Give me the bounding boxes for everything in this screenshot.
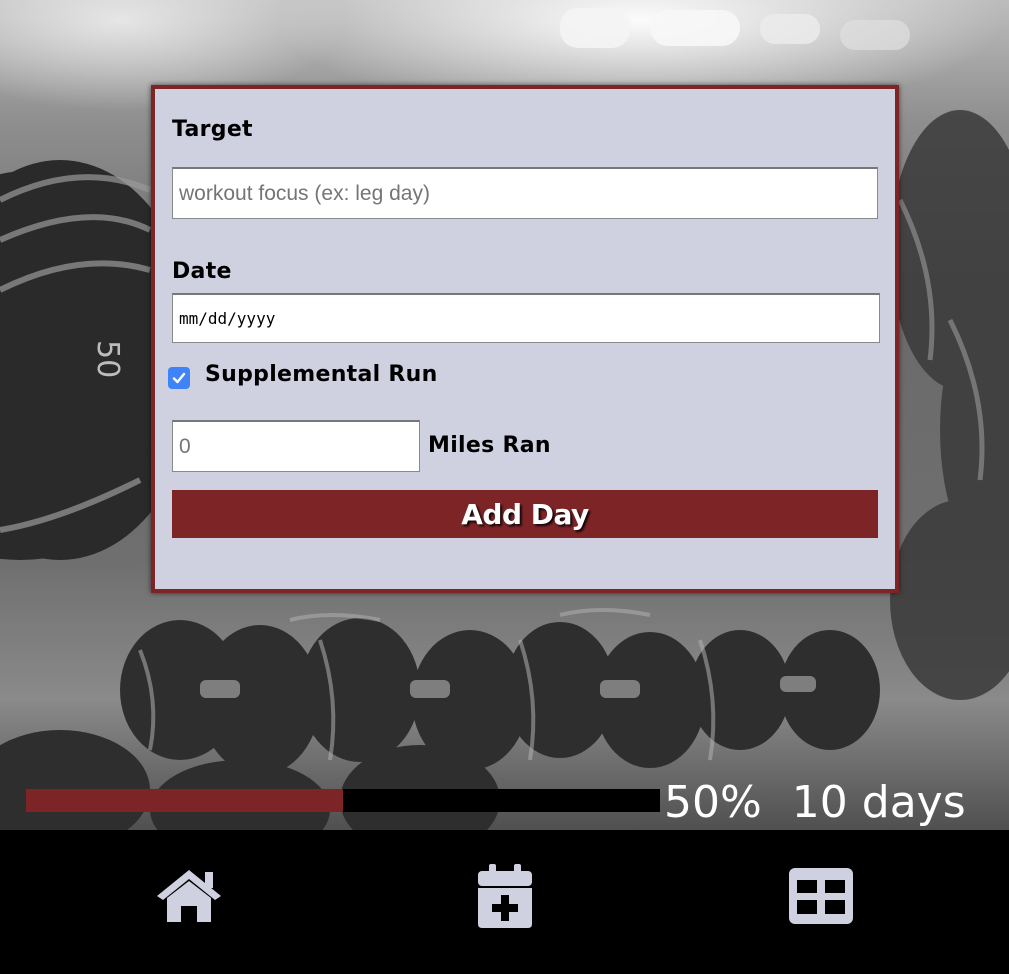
nav-home-button[interactable] (153, 860, 225, 932)
miles-ran-label: Miles Ran (428, 433, 551, 458)
nav-table-button[interactable] (785, 860, 857, 932)
supplemental-run-label: Supplemental Run (205, 362, 438, 387)
date-label: Date (172, 259, 232, 284)
target-input[interactable]: workout focus (ex: leg day) (172, 167, 878, 219)
table-grid-icon (789, 868, 853, 924)
progress-bar (26, 789, 660, 812)
home-icon (157, 870, 221, 922)
progress-bar-fill (26, 789, 343, 812)
calendar-plus-icon (478, 864, 532, 928)
date-input-value: mm/dd/yyyy (179, 309, 276, 328)
progress-summary: 50% 10 days (664, 772, 1009, 832)
miles-ran-value: 0 (179, 434, 191, 458)
bottom-nav (0, 830, 1009, 974)
add-day-form: Target workout focus (ex: leg day) Date … (151, 85, 899, 593)
miles-ran-input[interactable]: 0 (172, 420, 420, 472)
progress-percent: 50% (664, 776, 762, 828)
supplemental-run-checkbox[interactable] (168, 367, 190, 389)
add-day-button[interactable]: Add Day (172, 490, 878, 538)
svg-text:50: 50 (90, 340, 125, 378)
target-label: Target (172, 117, 253, 142)
progress-days: 10 days (791, 776, 966, 828)
target-input-placeholder: workout focus (ex: leg day) (179, 181, 430, 205)
date-input[interactable]: mm/dd/yyyy (172, 293, 880, 343)
nav-add-day-button[interactable] (469, 860, 541, 932)
checkmark-icon (172, 372, 186, 384)
